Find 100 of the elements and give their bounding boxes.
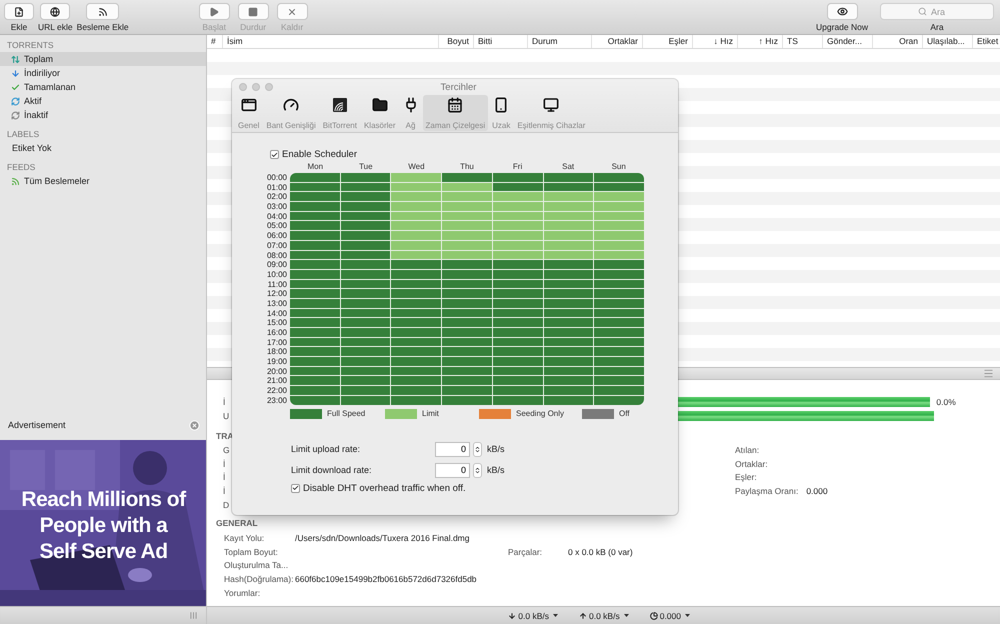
schedule-cell[interactable]	[340, 231, 390, 240]
schedule-cell[interactable]	[290, 240, 340, 250]
schedule-cell[interactable]	[340, 318, 390, 327]
schedule-cell[interactable]	[290, 308, 340, 318]
schedule-cell[interactable]	[594, 328, 644, 337]
schedule-cell[interactable]	[544, 318, 594, 327]
schedule-cell[interactable]	[290, 298, 340, 308]
schedule-cell[interactable]	[594, 308, 644, 318]
schedule-cell[interactable]	[544, 212, 594, 220]
schedule-cell[interactable]	[442, 298, 492, 308]
schedule-cell[interactable]	[290, 173, 340, 182]
schedule-cell[interactable]	[492, 308, 543, 318]
schedule-cell[interactable]	[340, 338, 390, 346]
schedule-cell[interactable]	[391, 221, 442, 230]
upgrade-button[interactable]	[826, 3, 858, 20]
schedule-cell[interactable]	[391, 212, 442, 220]
schedule-cell[interactable]	[492, 298, 543, 308]
schedule-cell[interactable]	[544, 192, 594, 202]
schedule-cell[interactable]	[340, 240, 390, 250]
schedule-cell[interactable]	[544, 270, 594, 279]
schedule-cell[interactable]	[594, 386, 644, 395]
schedule-cell[interactable]	[442, 192, 492, 202]
schedule-cell[interactable]	[594, 298, 644, 308]
schedule-cell[interactable]	[442, 202, 492, 211]
schedule-cell[interactable]	[340, 202, 390, 211]
schedule-cell[interactable]	[290, 366, 340, 376]
schedule-cell[interactable]	[391, 173, 442, 182]
schedule-cell[interactable]	[290, 280, 340, 288]
schedule-cell[interactable]	[391, 366, 442, 376]
schedule-cell[interactable]	[290, 182, 340, 192]
column-header[interactable]: İsim	[222, 35, 438, 48]
schedule-cell[interactable]	[492, 250, 543, 260]
schedule-cell[interactable]	[594, 182, 644, 192]
schedule-cell[interactable]	[492, 338, 543, 346]
schedule-cell[interactable]	[442, 280, 492, 288]
schedule-cell[interactable]	[442, 221, 492, 230]
schedule-cell[interactable]	[544, 328, 594, 337]
schedule-cell[interactable]	[290, 376, 340, 386]
schedule-cell[interactable]	[442, 212, 492, 220]
schedule-cell[interactable]	[594, 173, 644, 182]
schedule-cell[interactable]	[544, 231, 594, 240]
schedule-cell[interactable]	[391, 338, 442, 346]
close-icon[interactable]	[189, 420, 200, 430]
schedule-cell[interactable]	[442, 366, 492, 376]
schedule-cell[interactable]	[594, 338, 644, 346]
schedule-cell[interactable]	[391, 357, 442, 366]
column-header[interactable]: ↑ Hız	[737, 35, 782, 48]
schedule-cell[interactable]	[492, 318, 543, 327]
stepper[interactable]	[473, 442, 482, 456]
status-item[interactable]: 0.0 kB/s	[579, 610, 629, 620]
rate-field[interactable]: 0	[435, 442, 470, 456]
schedule-cell[interactable]	[544, 202, 594, 211]
schedule-cell[interactable]	[544, 221, 594, 230]
status-item[interactable]: 0.000	[650, 610, 690, 620]
schedule-cell[interactable]	[340, 289, 390, 298]
schedule-cell[interactable]	[442, 318, 492, 327]
schedule-cell[interactable]	[290, 328, 340, 337]
schedule-cell[interactable]	[492, 396, 543, 404]
schedule-cell[interactable]	[391, 386, 442, 395]
toolbar-button[interactable]	[40, 3, 70, 20]
schedule-cell[interactable]	[594, 202, 644, 211]
schedule-cell[interactable]	[340, 250, 390, 260]
schedule-cell[interactable]	[442, 396, 492, 404]
schedule-cell[interactable]	[544, 240, 594, 250]
schedule-cell[interactable]	[340, 298, 390, 308]
schedule-cell[interactable]	[492, 357, 543, 366]
schedule-cell[interactable]	[391, 240, 442, 250]
schedule-cell[interactable]	[391, 328, 442, 337]
schedule-cell[interactable]	[340, 280, 390, 288]
schedule-cell[interactable]	[594, 396, 644, 404]
schedule-cell[interactable]	[391, 182, 442, 192]
schedule-cell[interactable]	[391, 308, 442, 318]
sidebar-item[interactable]: Etiket Yok	[0, 141, 206, 155]
schedule-cell[interactable]	[594, 347, 644, 356]
schedule-cell[interactable]	[290, 270, 340, 279]
schedule-cell[interactable]	[340, 221, 390, 230]
schedule-cell[interactable]	[594, 240, 644, 250]
schedule-cell[interactable]	[290, 347, 340, 356]
schedule-cell[interactable]	[340, 192, 390, 202]
schedule-cell[interactable]	[442, 260, 492, 269]
schedule-cell[interactable]	[442, 173, 492, 182]
schedule-cell[interactable]	[290, 192, 340, 202]
schedule-cell[interactable]	[290, 221, 340, 230]
schedule-cell[interactable]	[290, 212, 340, 220]
schedule-cell[interactable]	[391, 192, 442, 202]
schedule-cell[interactable]	[544, 386, 594, 395]
schedule-cell[interactable]	[492, 231, 543, 240]
schedule-cell[interactable]	[492, 347, 543, 356]
schedule-cell[interactable]	[594, 192, 644, 202]
column-header[interactable]: ↓ Hız	[692, 35, 737, 48]
schedule-cell[interactable]	[442, 289, 492, 298]
schedule-cell[interactable]	[544, 182, 594, 192]
schedule-cell[interactable]	[544, 250, 594, 260]
schedule-cell[interactable]	[442, 250, 492, 260]
schedule-cell[interactable]	[442, 376, 492, 386]
schedule-cell[interactable]	[594, 280, 644, 288]
sidebar-item[interactable]: Aktif	[0, 94, 206, 108]
schedule-cell[interactable]	[442, 357, 492, 366]
column-header[interactable]: Gönder...	[822, 35, 872, 48]
schedule-cell[interactable]	[492, 376, 543, 386]
